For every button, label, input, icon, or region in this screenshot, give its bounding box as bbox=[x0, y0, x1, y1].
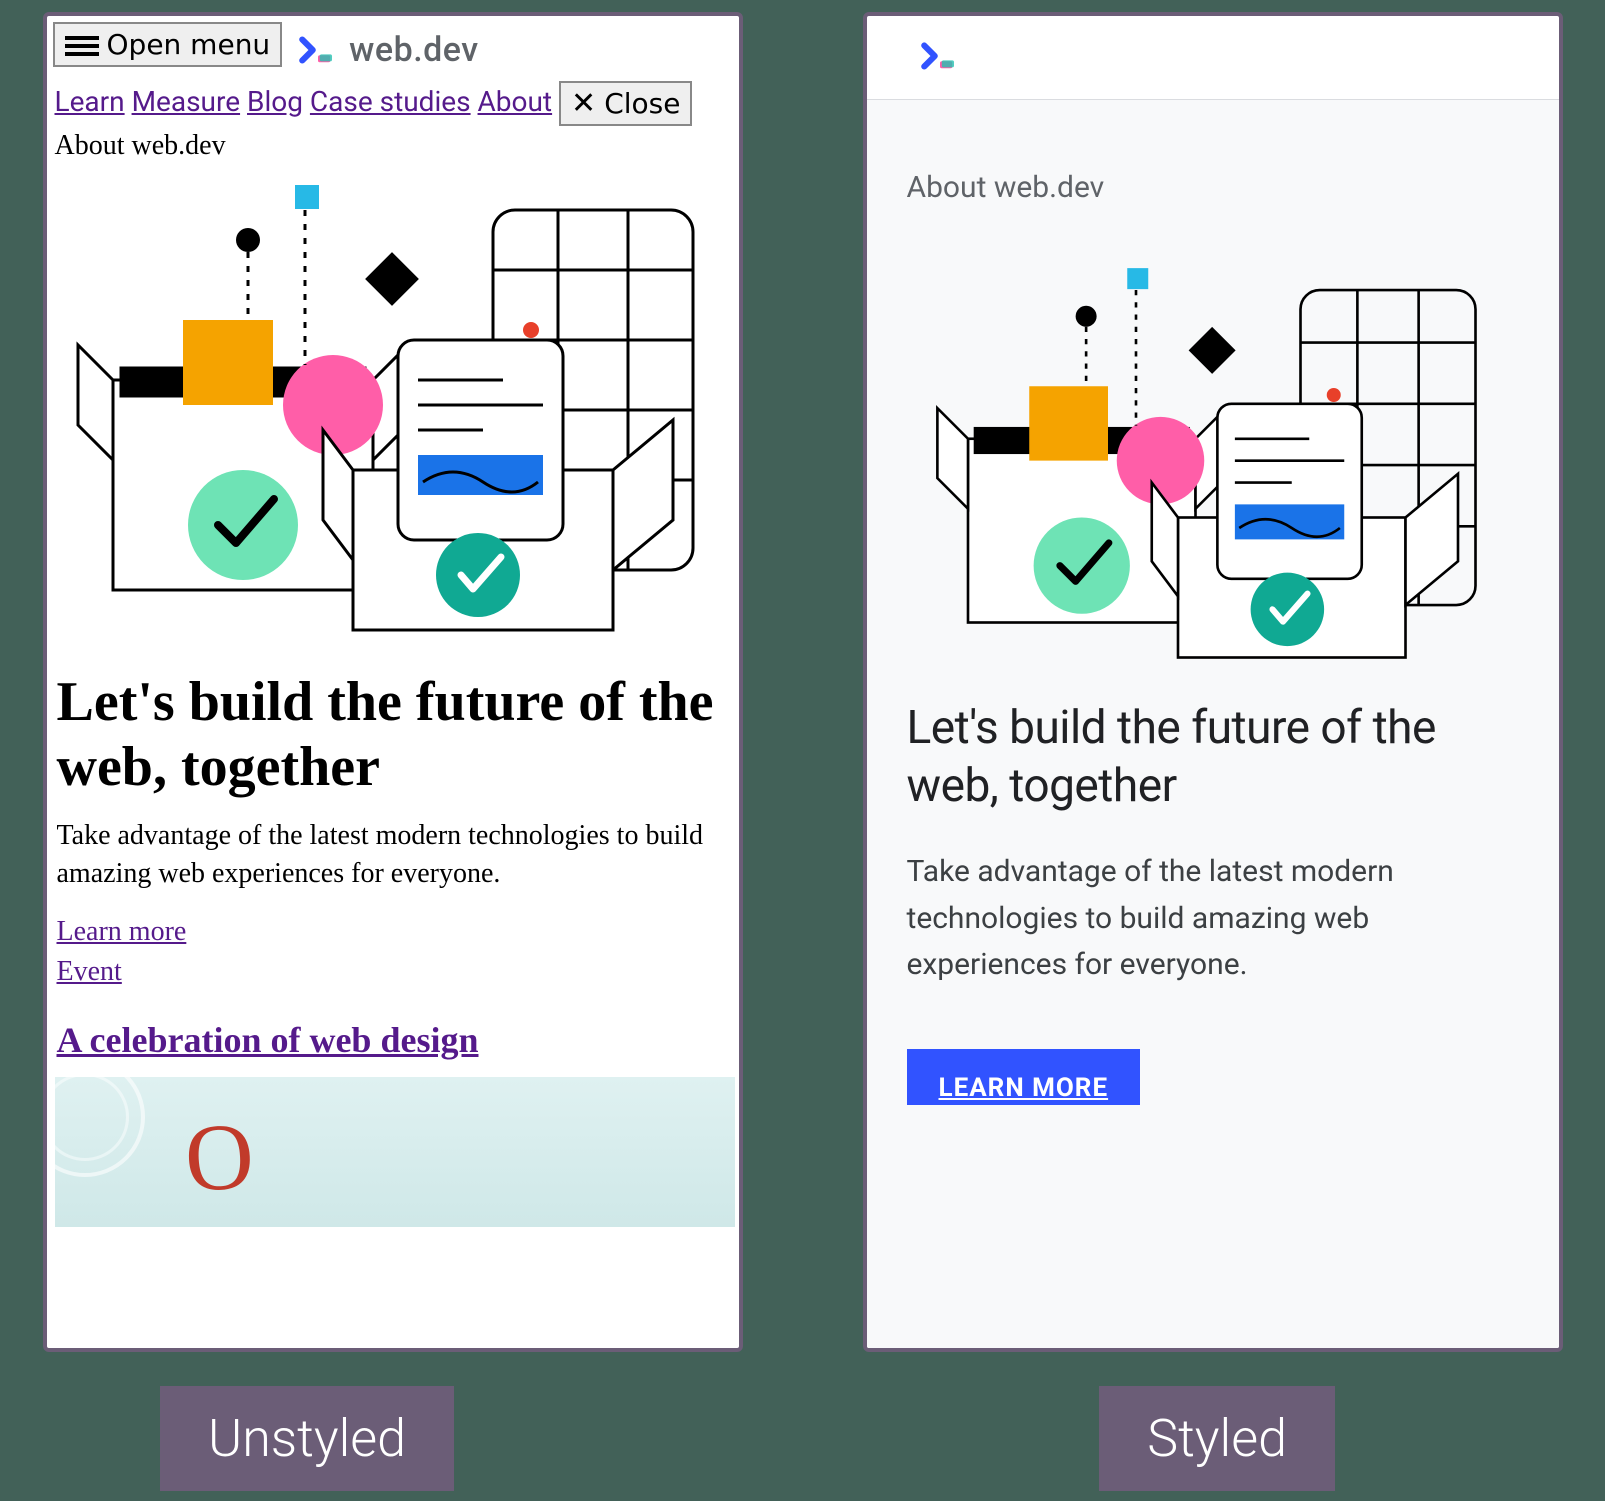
event-link[interactable]: Event bbox=[57, 956, 122, 987]
hero-illustration bbox=[73, 170, 713, 640]
nav-link-learn[interactable]: Learn bbox=[55, 85, 125, 118]
page-eyebrow: About web.dev bbox=[47, 130, 739, 162]
article-heading-link[interactable]: A celebration of web design bbox=[57, 1020, 479, 1060]
styled-viewport: About web.dev Let's build the future of … bbox=[863, 12, 1563, 1352]
page-lead: Take advantage of the latest modern tech… bbox=[907, 849, 1519, 989]
open-menu-label: Open menu bbox=[107, 28, 271, 61]
hamburger-icon bbox=[65, 32, 99, 58]
nav-link-case-studies[interactable]: Case studies bbox=[310, 85, 471, 118]
app-header bbox=[867, 16, 1559, 100]
unstyled-viewport: Open menu web.dev Learn Measure Blog Cas… bbox=[43, 12, 743, 1352]
webdev-logo-icon bbox=[919, 35, 961, 77]
open-menu-button[interactable]: Open menu bbox=[53, 22, 283, 67]
caption-styled: Styled bbox=[1099, 1386, 1335, 1491]
site-logo[interactable]: web.dev bbox=[297, 29, 479, 71]
learn-more-link[interactable]: Learn more bbox=[57, 916, 187, 947]
nav-link-measure[interactable]: Measure bbox=[132, 85, 241, 118]
site-logo[interactable] bbox=[919, 35, 961, 81]
close-menu-button[interactable]: ✕ Close bbox=[559, 81, 692, 126]
site-wordmark: web.dev bbox=[349, 30, 479, 70]
page-title: Let's build the future of the web, toget… bbox=[907, 700, 1519, 815]
learn-more-button[interactable]: LEARN MORE bbox=[907, 1049, 1141, 1105]
close-icon: ✕ bbox=[571, 89, 596, 119]
article-hero-image: O bbox=[55, 1077, 735, 1227]
nav-link-blog[interactable]: Blog bbox=[247, 85, 303, 118]
webdev-logo-icon bbox=[297, 29, 339, 71]
close-label: Close bbox=[604, 87, 680, 120]
hero-illustration bbox=[933, 255, 1493, 666]
nav-link-about[interactable]: About bbox=[478, 85, 553, 118]
caption-unstyled: Unstyled bbox=[160, 1386, 454, 1491]
page-title: Let's build the future of the web, toget… bbox=[47, 640, 739, 817]
page-eyebrow: About web.dev bbox=[907, 170, 1519, 205]
page-lead: Take advantage of the latest modern tech… bbox=[47, 817, 739, 913]
